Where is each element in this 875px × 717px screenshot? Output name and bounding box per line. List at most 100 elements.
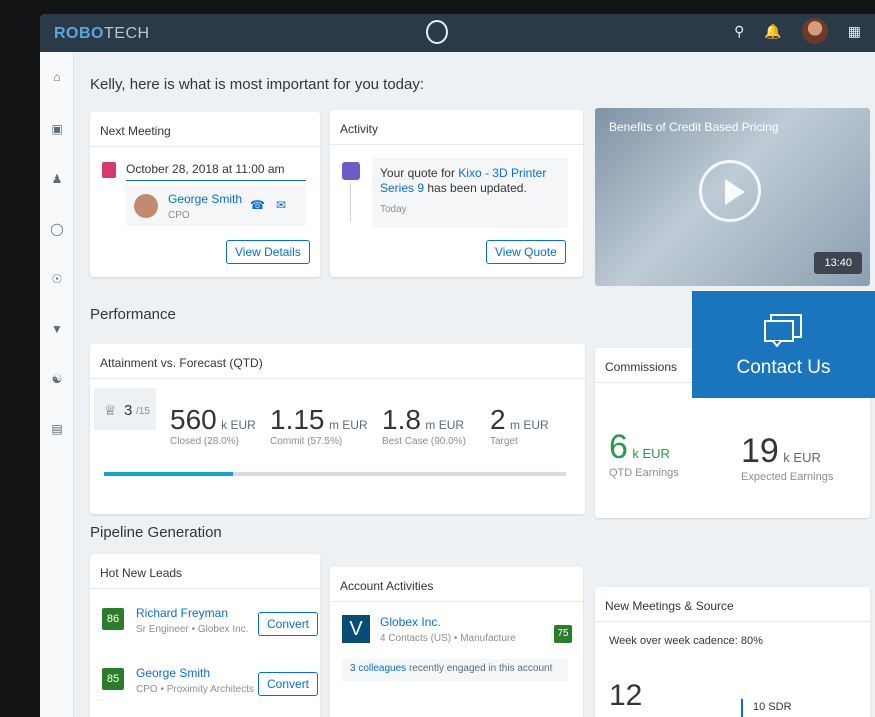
contacts-icon[interactable]: ♟ bbox=[50, 172, 64, 186]
metric-commit-label: Commit (57.5%) bbox=[270, 436, 343, 447]
convert-button[interactable]: Convert bbox=[258, 672, 319, 696]
lead-role: Sr Engineer • Globex Inc. bbox=[136, 624, 249, 635]
view-quote-button[interactable]: View Quote bbox=[486, 240, 566, 264]
attainment-card: Attainment vs. Forecast (QTD) ♕ 3 /15 56… bbox=[90, 344, 585, 514]
lead-name[interactable]: Richard Freyman bbox=[136, 606, 228, 620]
meetings-source: 10 SDR bbox=[753, 701, 792, 713]
meeting-datetime: October 28, 2018 at 11:00 am bbox=[126, 162, 306, 181]
attainment-title: Attainment vs. Forecast (QTD) bbox=[90, 344, 585, 379]
meetings-source-card: New Meetings & Source Week over week cad… bbox=[595, 587, 870, 717]
account-engagement: 3 colleagues recently engaged in this ac… bbox=[342, 659, 568, 681]
contact-us-button[interactable]: Contact Us bbox=[692, 291, 875, 398]
commission-expected: 19 k EUR Expected Earnings bbox=[741, 432, 833, 483]
commission-expected-label: Expected Earnings bbox=[741, 471, 834, 483]
convert-button[interactable]: Convert bbox=[258, 612, 319, 636]
lead-name[interactable]: George Smith bbox=[136, 666, 210, 680]
colleagues-link[interactable]: 3 colleagues bbox=[350, 663, 406, 674]
opportunity-icon[interactable]: ☯ bbox=[50, 372, 64, 386]
activity-text-suffix: has been updated. bbox=[427, 181, 527, 195]
attainment-progress-track bbox=[104, 472, 566, 476]
company-logo-icon bbox=[426, 20, 448, 44]
brand-logo[interactable]: ROBOTECH bbox=[54, 25, 150, 43]
meeting-calendar-icon bbox=[102, 162, 116, 178]
metric-closed-label: Closed (28.0%) bbox=[170, 436, 239, 447]
metric-best-case-label: Best Case (90.0%) bbox=[382, 436, 466, 447]
activity-title: Activity bbox=[330, 110, 583, 145]
metric-target: 2 m EUR Target bbox=[490, 404, 549, 447]
metric-target-label: Target bbox=[490, 436, 518, 447]
commission-earned-label: QTD Earnings bbox=[609, 467, 679, 479]
lead-score-badge: 86 bbox=[102, 608, 124, 630]
metric-commit: 1.15 m EUR Commit (57.5%) bbox=[270, 404, 368, 447]
top-actions: ⚲ 🔔 ▦ bbox=[734, 18, 861, 44]
commission-earned-value: 6 bbox=[609, 428, 628, 466]
commission-expected-unit: k EUR bbox=[783, 450, 821, 465]
metric-target-unit: m EUR bbox=[510, 418, 549, 432]
user-avatar[interactable] bbox=[801, 18, 828, 44]
video-duration: 13:40 bbox=[814, 252, 862, 274]
funnel-icon[interactable]: ▼ bbox=[50, 322, 64, 336]
brand-part-a: ROBO bbox=[54, 25, 104, 42]
lead-row[interactable]: 85 George Smith CPO • Proximity Architec… bbox=[90, 658, 320, 708]
app-grid-icon[interactable]: ▦ bbox=[848, 23, 861, 40]
activity-type-icon bbox=[342, 162, 360, 180]
source-marker bbox=[741, 699, 743, 717]
account-details: 4 Contacts (US) • Manufacture bbox=[380, 633, 516, 644]
company-logo: V bbox=[342, 615, 370, 643]
email-icon[interactable]: ✉ bbox=[276, 198, 286, 212]
notification-bell-icon[interactable]: 🔔 bbox=[764, 23, 781, 40]
video-title: Benefits of Credit Based Pricing bbox=[609, 120, 779, 134]
search-icon[interactable]: ⚲ bbox=[734, 23, 744, 40]
activity-text-prefix: Your quote for bbox=[380, 166, 455, 180]
phone-icon[interactable]: ☎ bbox=[250, 198, 265, 212]
view-details-button[interactable]: View Details bbox=[226, 240, 310, 264]
metric-commit-value: 1.15 bbox=[270, 404, 325, 435]
next-meeting-card: Next Meeting October 28, 2018 at 11:00 a… bbox=[90, 112, 320, 277]
calendar-icon[interactable]: ▣ bbox=[50, 122, 64, 136]
greeting-text: Kelly, here is what is most important fo… bbox=[90, 76, 425, 93]
lead-row[interactable]: 86 Richard Freyman Sr Engineer • Globex … bbox=[90, 598, 320, 648]
contact-role: CPO bbox=[168, 210, 190, 221]
metric-commit-unit: m EUR bbox=[328, 418, 368, 432]
hot-leads-card: Hot New Leads 86 Richard Freyman Sr Engi… bbox=[90, 554, 320, 717]
tablet-frame: ROBOTECH ⚲ 🔔 ▦ ⌂ ▣ ♟ ◯ ☉ ▼ ☯ ▤ Kelly, he… bbox=[0, 0, 875, 717]
commission-expected-value: 19 bbox=[741, 432, 779, 470]
side-navigation: ⌂ ▣ ♟ ◯ ☉ ▼ ☯ ▤ bbox=[40, 52, 74, 717]
quote-document-icon[interactable]: ▤ bbox=[50, 422, 64, 436]
account-company[interactable]: Globex Inc. bbox=[380, 615, 441, 629]
home-icon[interactable]: ⌂ bbox=[50, 70, 64, 84]
activity-time: Today bbox=[380, 204, 407, 215]
contact-us-label: Contact Us bbox=[736, 357, 831, 378]
timeline-line bbox=[350, 182, 351, 222]
metric-target-value: 2 bbox=[490, 404, 506, 435]
app-screen: ROBOTECH ⚲ 🔔 ▦ ⌂ ▣ ♟ ◯ ☉ ▼ ☯ ▤ Kelly, he… bbox=[40, 14, 875, 717]
contact-name[interactable]: George Smith bbox=[168, 192, 242, 206]
brand-part-b: TECH bbox=[104, 25, 150, 42]
meeting-contact: George Smith CPO ☎ ✉ bbox=[126, 186, 306, 226]
attainment-progress-fill bbox=[104, 472, 234, 476]
metric-best-case-value: 1.8 bbox=[382, 404, 421, 435]
activity-card: Activity Your quote for Kixo - 3D Printe… bbox=[330, 110, 583, 277]
performance-section-title: Performance bbox=[90, 306, 176, 323]
rank-value: 3 bbox=[124, 402, 133, 419]
hot-leads-title: Hot New Leads bbox=[90, 554, 320, 589]
globe-icon[interactable]: ☉ bbox=[50, 272, 64, 286]
rank-total: /15 bbox=[136, 406, 150, 417]
metric-closed-value: 560 bbox=[170, 404, 217, 435]
video-card[interactable]: Benefits of Credit Based Pricing 13:40 bbox=[595, 108, 870, 286]
play-icon[interactable] bbox=[699, 160, 761, 222]
pipeline-section-title: Pipeline Generation bbox=[90, 524, 222, 541]
commission-earned: 6 k EUR QTD Earnings bbox=[609, 428, 679, 479]
meetings-cadence: Week over week cadence: 80% bbox=[609, 635, 763, 647]
engagement-text: recently engaged in this account bbox=[408, 663, 553, 674]
top-bar: ROBOTECH ⚲ 🔔 ▦ bbox=[40, 14, 875, 52]
rank-badge: ♕ 3 /15 bbox=[94, 388, 156, 430]
lead-role: CPO • Proximity Architects bbox=[136, 684, 254, 695]
metric-best-case: 1.8 m EUR Best Case (90.0%) bbox=[382, 404, 466, 447]
next-meeting-title: Next Meeting bbox=[90, 112, 320, 147]
contact-avatar bbox=[134, 194, 158, 218]
metric-closed-unit: k EUR bbox=[221, 418, 256, 432]
metric-best-case-unit: m EUR bbox=[425, 418, 465, 432]
accounts-icon[interactable]: ◯ bbox=[50, 222, 64, 236]
commission-earned-unit: k EUR bbox=[632, 446, 670, 461]
